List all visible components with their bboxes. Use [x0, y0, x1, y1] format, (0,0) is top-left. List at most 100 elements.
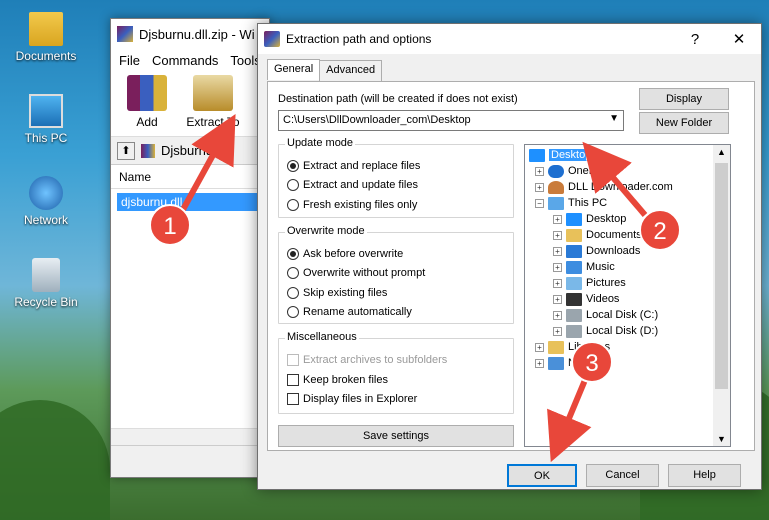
radio-extract-update[interactable]: Extract and update files: [287, 179, 418, 191]
folder-tree[interactable]: Desktop + OneDrive + DLL Downloader.com …: [524, 144, 731, 447]
tree-item-desktop[interactable]: Desktop: [529, 147, 594, 163]
cancel-button[interactable]: Cancel: [586, 464, 659, 487]
close-icon[interactable]: ✕: [717, 30, 761, 48]
desktop-icon-recycle-bin[interactable]: Recycle Bin: [6, 258, 86, 309]
computer-icon: [29, 94, 63, 128]
tree-item-onedrive[interactable]: + OneDrive: [535, 163, 614, 179]
option-label: Skip existing files: [303, 287, 388, 299]
tree-item-label: This PC: [568, 197, 608, 209]
tree-item-label: OneDrive: [568, 165, 615, 177]
winrar-window: Djsburnu.dll.zip - Wi File Commands Tool…: [110, 18, 270, 478]
overwrite-mode-group: Overwrite mode Ask before overwrite Over…: [278, 225, 514, 324]
add-button[interactable]: Add: [119, 75, 175, 132]
file-list-row[interactable]: djsburnu.dll: [117, 193, 263, 211]
tree-item-pictures[interactable]: + Pictures: [553, 275, 626, 291]
help-question-icon[interactable]: ?: [673, 31, 717, 48]
winrar-app-icon: [264, 31, 280, 47]
expand-icon[interactable]: +: [553, 262, 562, 272]
tree-item-music[interactable]: + Music: [553, 259, 615, 275]
tree-item-label: Documents: [586, 229, 642, 241]
desktop-icon-documents[interactable]: Documents: [6, 12, 86, 63]
tree-item-label: Local Disk (C:): [586, 309, 659, 321]
radio-skip-existing[interactable]: Skip existing files: [287, 287, 387, 299]
expand-icon[interactable]: +: [535, 182, 544, 192]
scrollbar-thumb[interactable]: [715, 163, 728, 389]
chevron-down-icon[interactable]: ▼: [609, 113, 619, 124]
radio-rename-automatically[interactable]: Rename automatically: [287, 306, 412, 318]
horizontal-scrollbar[interactable]: [111, 428, 269, 445]
radio-overwrite-without-prompt[interactable]: Overwrite without prompt: [287, 267, 425, 279]
radio-unselected: [287, 287, 299, 299]
palm-decoration: [0, 400, 110, 520]
computer-icon: [548, 196, 564, 210]
tree-item-downloads[interactable]: + Downloads: [553, 243, 640, 259]
tree-item-network[interactable]: + Network: [535, 355, 608, 371]
desktop-icon-label: Network: [23, 213, 68, 227]
display-button[interactable]: Display: [639, 88, 729, 110]
desktop-icon-network[interactable]: Network: [6, 176, 86, 227]
expand-icon[interactable]: +: [553, 326, 562, 336]
tree-vertical-scrollbar[interactable]: ▲ ▼: [713, 145, 730, 446]
file-name: djsburnu.dll: [121, 195, 183, 209]
destination-path-combobox[interactable]: C:\Users\DllDownloader_com\Desktop ▼: [278, 110, 624, 131]
tree-item-local-disk-c[interactable]: + Local Disk (C:): [553, 307, 658, 323]
tree-item-label: Local Disk (D:): [586, 325, 659, 337]
expand-icon[interactable]: +: [553, 278, 562, 288]
general-tab-panel: Destination path (will be created if doe…: [267, 81, 755, 451]
expand-icon[interactable]: +: [535, 358, 544, 368]
checkbox: [287, 354, 299, 366]
radio-selected: [287, 160, 299, 172]
extract-to-button[interactable]: Extract To: [185, 75, 241, 132]
menu-file[interactable]: File: [119, 53, 140, 68]
expand-icon[interactable]: +: [553, 294, 562, 304]
desktop-icon-label: Recycle Bin: [14, 295, 78, 309]
expand-icon[interactable]: +: [535, 166, 544, 176]
winrar-toolbar: Add Extract To: [111, 71, 269, 137]
ok-button[interactable]: OK: [507, 464, 577, 487]
collapse-icon[interactable]: −: [535, 198, 544, 208]
new-folder-button[interactable]: New Folder: [639, 112, 729, 134]
scroll-down-icon[interactable]: ▼: [717, 434, 726, 444]
update-mode-group: Update mode Extract and replace files Ex…: [278, 137, 514, 218]
desktop-icon-label: This PC: [24, 131, 68, 145]
file-list-header-name[interactable]: Name: [111, 165, 269, 189]
extraction-dialog: Extraction path and options ? ✕ General …: [257, 23, 762, 490]
option-label: Display files in Explorer: [303, 393, 418, 405]
up-folder-icon[interactable]: ⬆: [117, 141, 135, 160]
tab-general[interactable]: General: [267, 59, 321, 80]
menu-commands[interactable]: Commands: [152, 53, 218, 68]
tree-item-local-disk-d[interactable]: + Local Disk (D:): [553, 323, 658, 339]
folder-icon: [548, 340, 564, 354]
tree-item-user[interactable]: + DLL Downloader.com: [535, 179, 673, 195]
tree-item-documents[interactable]: + Documents: [553, 227, 642, 243]
checkbox-display-in-explorer[interactable]: Display files in Explorer: [287, 393, 417, 405]
documents-folder-icon: [29, 12, 63, 46]
checkbox-keep-broken-files[interactable]: Keep broken files: [287, 374, 388, 386]
download-icon: [566, 244, 582, 258]
help-button[interactable]: Help: [668, 464, 741, 487]
expand-icon[interactable]: +: [553, 230, 562, 240]
desktop-icon: [529, 148, 545, 162]
extract-to-icon: [193, 75, 233, 111]
radio-ask-before-overwrite[interactable]: Ask before overwrite: [287, 248, 403, 260]
destination-path-value: C:\Users\DllDownloader_com\Desktop: [283, 114, 471, 126]
scroll-up-icon[interactable]: ▲: [717, 147, 726, 157]
radio-extract-replace[interactable]: Extract and replace files: [287, 160, 420, 172]
desktop-icon-this-pc[interactable]: This PC: [6, 94, 86, 145]
dialog-titlebar: Extraction path and options ? ✕: [258, 24, 761, 54]
expand-icon[interactable]: +: [553, 214, 562, 224]
tree-item-label: Music: [586, 261, 615, 273]
expand-icon[interactable]: +: [553, 310, 562, 320]
network-icon: [29, 176, 63, 210]
tree-item-libraries[interactable]: + Libraries: [535, 339, 610, 355]
expand-icon[interactable]: +: [553, 246, 562, 256]
tab-advanced[interactable]: Advanced: [319, 60, 383, 81]
tree-item-pc-desktop[interactable]: + Desktop: [553, 211, 626, 227]
radio-fresh-existing[interactable]: Fresh existing files only: [287, 199, 417, 211]
tree-item-videos[interactable]: + Videos: [553, 291, 619, 307]
option-label: Fresh existing files only: [303, 199, 418, 211]
tree-item-this-pc[interactable]: − This PC: [535, 195, 607, 211]
save-settings-button[interactable]: Save settings: [278, 425, 514, 447]
expand-icon[interactable]: +: [535, 342, 544, 352]
recycle-bin-icon: [32, 258, 60, 292]
